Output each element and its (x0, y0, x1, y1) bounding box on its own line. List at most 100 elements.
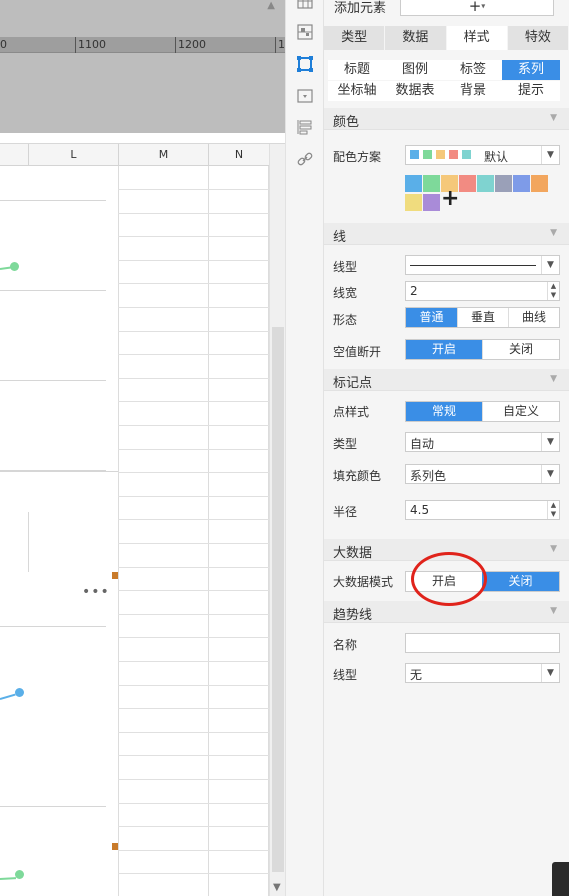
palette-swatch[interactable] (477, 175, 494, 192)
column-label: L (70, 148, 77, 161)
trend-type-label: 线型 (333, 668, 358, 682)
column-label: N (234, 148, 244, 161)
chart-panel-upper[interactable] (0, 166, 118, 471)
grid-line (118, 189, 269, 190)
sheet-grid[interactable]: 分类6 ••• (0, 166, 269, 896)
chevron-down-icon: ▼ (541, 465, 559, 483)
floating-handle[interactable] (552, 862, 569, 896)
shape-option-vertical[interactable]: 垂直 (457, 308, 508, 327)
line-shape-label: 形态 (333, 313, 358, 327)
add-color-icon[interactable]: + (441, 188, 459, 210)
resize-handle[interactable] (112, 843, 118, 850)
sub-tab[interactable]: 系列 (502, 60, 560, 80)
series-point-green[interactable] (15, 870, 24, 879)
bigdata-off[interactable]: 关闭 (482, 572, 559, 591)
section-title: 趋势线 (333, 608, 373, 623)
sub-tab[interactable]: 背景 (444, 81, 502, 101)
column-header-n[interactable]: N (208, 144, 269, 166)
sheet-top-gap (0, 133, 285, 144)
shape-option-curve[interactable]: 曲线 (508, 308, 559, 327)
line-type-select[interactable]: ▼ (405, 255, 560, 275)
sub-tab[interactable]: 图例 (386, 60, 444, 80)
ruler-label: 1 (278, 38, 285, 51)
palette-mini-swatch (462, 150, 471, 159)
radius-input[interactable]: 4.5 ▲ ▼ (405, 500, 560, 520)
chevron-down-icon: ▼ (541, 256, 559, 274)
marker-style-normal[interactable]: 常规 (406, 402, 482, 421)
trend-type-select[interactable]: 无 ▼ (405, 663, 560, 683)
chart-gridline (0, 200, 106, 201)
fill-color-select[interactable]: 系列色 ▼ (405, 464, 560, 484)
ruler-tick (75, 37, 76, 53)
null-break-off[interactable]: 关闭 (482, 340, 559, 359)
shape-option-normal[interactable]: 普通 (406, 308, 457, 327)
marker-type-select[interactable]: 自动 ▼ (405, 432, 560, 452)
color-scheme-select[interactable]: 默认 ▼ (405, 145, 560, 165)
marker-style-custom[interactable]: 自定义 (482, 402, 559, 421)
add-element-button[interactable]: +▾ (400, 0, 554, 16)
palette-swatch[interactable] (531, 175, 548, 192)
table-icon[interactable] (296, 0, 314, 12)
more-options-icon[interactable]: ••• (82, 584, 110, 600)
chart-gridline (0, 380, 106, 381)
column-header-row: L M N (0, 144, 269, 166)
vertical-scrollbar[interactable]: ▼ (269, 144, 285, 896)
palette-swatch[interactable] (405, 175, 422, 192)
series-point[interactable] (10, 262, 19, 271)
scroll-up-arrow-icon[interactable]: ▲ (267, 0, 275, 11)
palette-swatch[interactable] (405, 194, 422, 211)
palette-swatch[interactable] (459, 175, 476, 192)
section-color[interactable]: 颜色 ▼ (324, 108, 569, 130)
highlight-annotation-circle (411, 552, 487, 606)
column-header-l[interactable]: L (28, 144, 118, 166)
sub-tab[interactable]: 标题 (328, 60, 386, 80)
grid-line (118, 543, 269, 544)
marker-style-toggle: 常规 自定义 (405, 401, 560, 422)
fill-color-label: 填充颜色 (333, 469, 382, 483)
spinner[interactable]: ▲ ▼ (547, 282, 559, 300)
palette-swatch[interactable] (423, 175, 440, 192)
trend-type-value: 无 (410, 668, 423, 682)
sub-tab[interactable]: 坐标轴 (328, 81, 386, 101)
trend-name-input[interactable] (405, 633, 560, 653)
resize-handle[interactable] (112, 572, 118, 579)
palette-swatch[interactable] (513, 175, 530, 192)
sub-tab[interactable]: 提示 (502, 81, 560, 101)
chart-panel-lower[interactable]: ••• (0, 572, 118, 896)
palette-swatch[interactable] (495, 175, 512, 192)
grid-line (118, 283, 269, 284)
scrollbar-thumb[interactable] (272, 327, 284, 872)
form-icon[interactable] (296, 87, 314, 105)
ruler-label: 1100 (78, 38, 106, 51)
spin-up-icon[interactable]: ▲ (551, 501, 556, 509)
chart-gridline (0, 806, 106, 807)
grid-line (118, 519, 269, 520)
solid-line-preview (410, 265, 536, 266)
main-tab[interactable]: 特效 (507, 26, 569, 50)
spinner[interactable]: ▲ ▼ (547, 501, 559, 519)
layers-icon[interactable] (296, 118, 314, 136)
column-header-m[interactable]: M (118, 144, 208, 166)
palette-swatch[interactable] (423, 194, 440, 211)
trend-name-label: 名称 (333, 638, 358, 652)
series-point-blue[interactable] (15, 688, 24, 697)
grid-line (118, 732, 269, 733)
section-marker[interactable]: 标记点 ▼ (324, 369, 569, 391)
sub-tab[interactable]: 数据表 (386, 81, 444, 101)
chart-select-icon[interactable] (296, 55, 314, 73)
spin-down-icon[interactable]: ▼ (551, 291, 556, 299)
section-line[interactable]: 线 ▼ (324, 223, 569, 245)
main-tab[interactable]: 样式 (446, 26, 508, 50)
main-tab[interactable]: 类型 (324, 26, 386, 50)
main-tab[interactable]: 数据 (385, 26, 447, 50)
spin-down-icon[interactable]: ▼ (551, 510, 556, 518)
grid-line (208, 166, 209, 896)
spin-up-icon[interactable]: ▲ (551, 282, 556, 290)
scroll-down-arrow-icon[interactable]: ▼ (273, 882, 281, 893)
null-break-on[interactable]: 开启 (406, 340, 482, 359)
qr-grid-icon[interactable] (296, 23, 314, 41)
chevron-down-icon: ▼ (550, 113, 557, 123)
link-icon[interactable] (296, 150, 314, 168)
line-width-input[interactable]: 2 ▲ ▼ (405, 281, 560, 301)
sub-tab[interactable]: 标签 (444, 60, 502, 80)
